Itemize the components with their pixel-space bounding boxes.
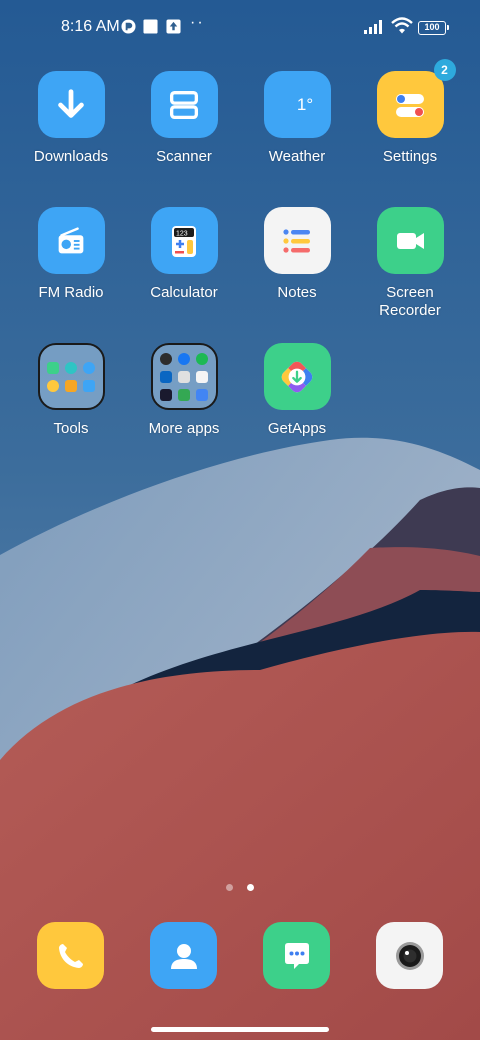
folder-more-apps[interactable]: More apps	[128, 343, 240, 438]
folder-tools[interactable]: Tools	[15, 343, 127, 438]
app-label: Tools	[53, 420, 89, 437]
mini-app-icon	[196, 352, 208, 365]
app-getapps[interactable]: GetApps	[241, 343, 353, 438]
notification-square-icon	[143, 19, 158, 34]
notification-app-icon	[121, 19, 136, 34]
app-label: Downloads	[33, 148, 109, 165]
folder-icon	[37, 343, 105, 410]
mini-app-icon	[65, 361, 77, 374]
app-fm-radio[interactable]: FM Radio	[15, 207, 127, 302]
dock-phone[interactable]	[37, 922, 104, 989]
download-arrow-icon	[37, 71, 105, 138]
weather-temperature: 1°	[296, 94, 314, 114]
mini-app-icon	[196, 370, 208, 383]
status-time: 8:16 AM	[61, 18, 120, 35]
scanner-icon	[150, 71, 218, 138]
mini-app-icon	[160, 352, 172, 365]
dock-camera[interactable]	[376, 922, 443, 989]
camera-lens-icon	[395, 941, 424, 970]
dock-contacts[interactable]	[150, 922, 217, 989]
mini-app-icon	[178, 388, 190, 401]
app-calculator[interactable]: 123 Calculator	[128, 207, 240, 302]
mini-app-icon	[65, 379, 77, 392]
mini-app-icon	[47, 361, 59, 374]
app-label: More apps	[148, 420, 220, 437]
mini-app-icon	[83, 379, 95, 392]
home-indicator[interactable]	[151, 1027, 329, 1032]
app-label: Scanner	[156, 148, 212, 165]
page-dot-1[interactable]	[225, 884, 233, 891]
notification-badge: 2	[433, 59, 456, 81]
mini-app-icon	[160, 388, 172, 401]
mini-app-icon	[178, 370, 190, 383]
app-notes[interactable]: Notes	[241, 207, 353, 302]
folder-icon	[150, 343, 218, 410]
app-label: GetApps	[267, 420, 327, 437]
app-label: Settings	[382, 148, 438, 165]
app-label: Screen Recorder	[379, 284, 441, 319]
app-label: Weather	[268, 148, 326, 165]
mini-app-icon	[178, 352, 190, 365]
radio-icon	[37, 207, 105, 274]
notification-upload-icon	[166, 19, 181, 34]
app-scanner[interactable]: Scanner	[128, 71, 240, 166]
toggle-icon: 2	[376, 59, 456, 138]
more-dots-icon: ··	[190, 14, 205, 31]
weather-icon: 1°	[263, 71, 331, 138]
app-label: FM Radio	[38, 284, 104, 301]
app-screen-recorder[interactable]: Screen Recorder	[354, 207, 466, 320]
signal-icon	[364, 20, 382, 34]
mini-app-icon	[196, 388, 208, 401]
dock-messages[interactable]	[263, 922, 330, 989]
notes-list-icon	[263, 207, 331, 274]
battery-icon: 100	[418, 21, 449, 35]
contact-person-icon	[170, 943, 197, 969]
app-weather[interactable]: 1° Weather	[241, 71, 353, 166]
calculator-icon: 123	[150, 207, 218, 274]
app-label: Notes	[277, 284, 317, 301]
message-bubble-icon	[284, 942, 309, 969]
app-label: Calculator	[150, 284, 218, 301]
status-bar: 8:16 AM ·· 100	[0, 0, 480, 56]
app-settings[interactable]: 2 Settings	[354, 59, 466, 166]
mini-app-icon	[47, 379, 59, 392]
app-downloads[interactable]: Downloads	[15, 71, 127, 166]
mini-app-icon	[160, 370, 172, 383]
page-indicator	[0, 878, 480, 891]
mini-app-icon	[83, 361, 95, 374]
getapps-icon	[263, 343, 331, 410]
phone-icon	[58, 943, 83, 968]
wifi-icon	[391, 17, 413, 34]
video-camera-icon	[376, 207, 444, 274]
calculator-display: 123	[176, 230, 188, 237]
